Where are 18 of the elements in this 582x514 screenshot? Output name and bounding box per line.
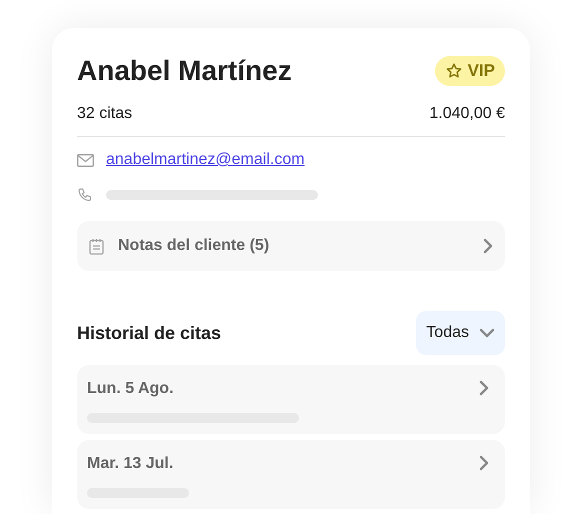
appointments-count: 32 citas	[77, 104, 132, 124]
notepad-icon	[89, 238, 104, 254]
appointment-item[interactable]: Lun. 5 Ago.	[77, 365, 505, 434]
client-notes-button[interactable]: Notas del cliente (5)	[77, 221, 505, 271]
chevron-down-icon	[479, 328, 495, 338]
star-icon	[444, 62, 463, 80]
filter-dropdown[interactable]: Todas	[416, 311, 505, 355]
email-link[interactable]: anabelmartinez@email.com	[106, 148, 305, 172]
section-title: Historial de citas	[77, 322, 222, 344]
appointment-item[interactable]: Mar. 13 Jul.	[77, 440, 505, 509]
mail-icon	[77, 154, 94, 166]
phone-icon	[77, 186, 94, 204]
chevron-right-icon	[483, 238, 493, 254]
chevron-right-icon	[479, 455, 489, 471]
vip-badge: VIP	[434, 56, 505, 86]
total-amount: 1.040,00 €	[429, 104, 505, 124]
client-name: Anabel Martínez	[77, 54, 292, 88]
chevron-right-icon	[479, 380, 489, 396]
